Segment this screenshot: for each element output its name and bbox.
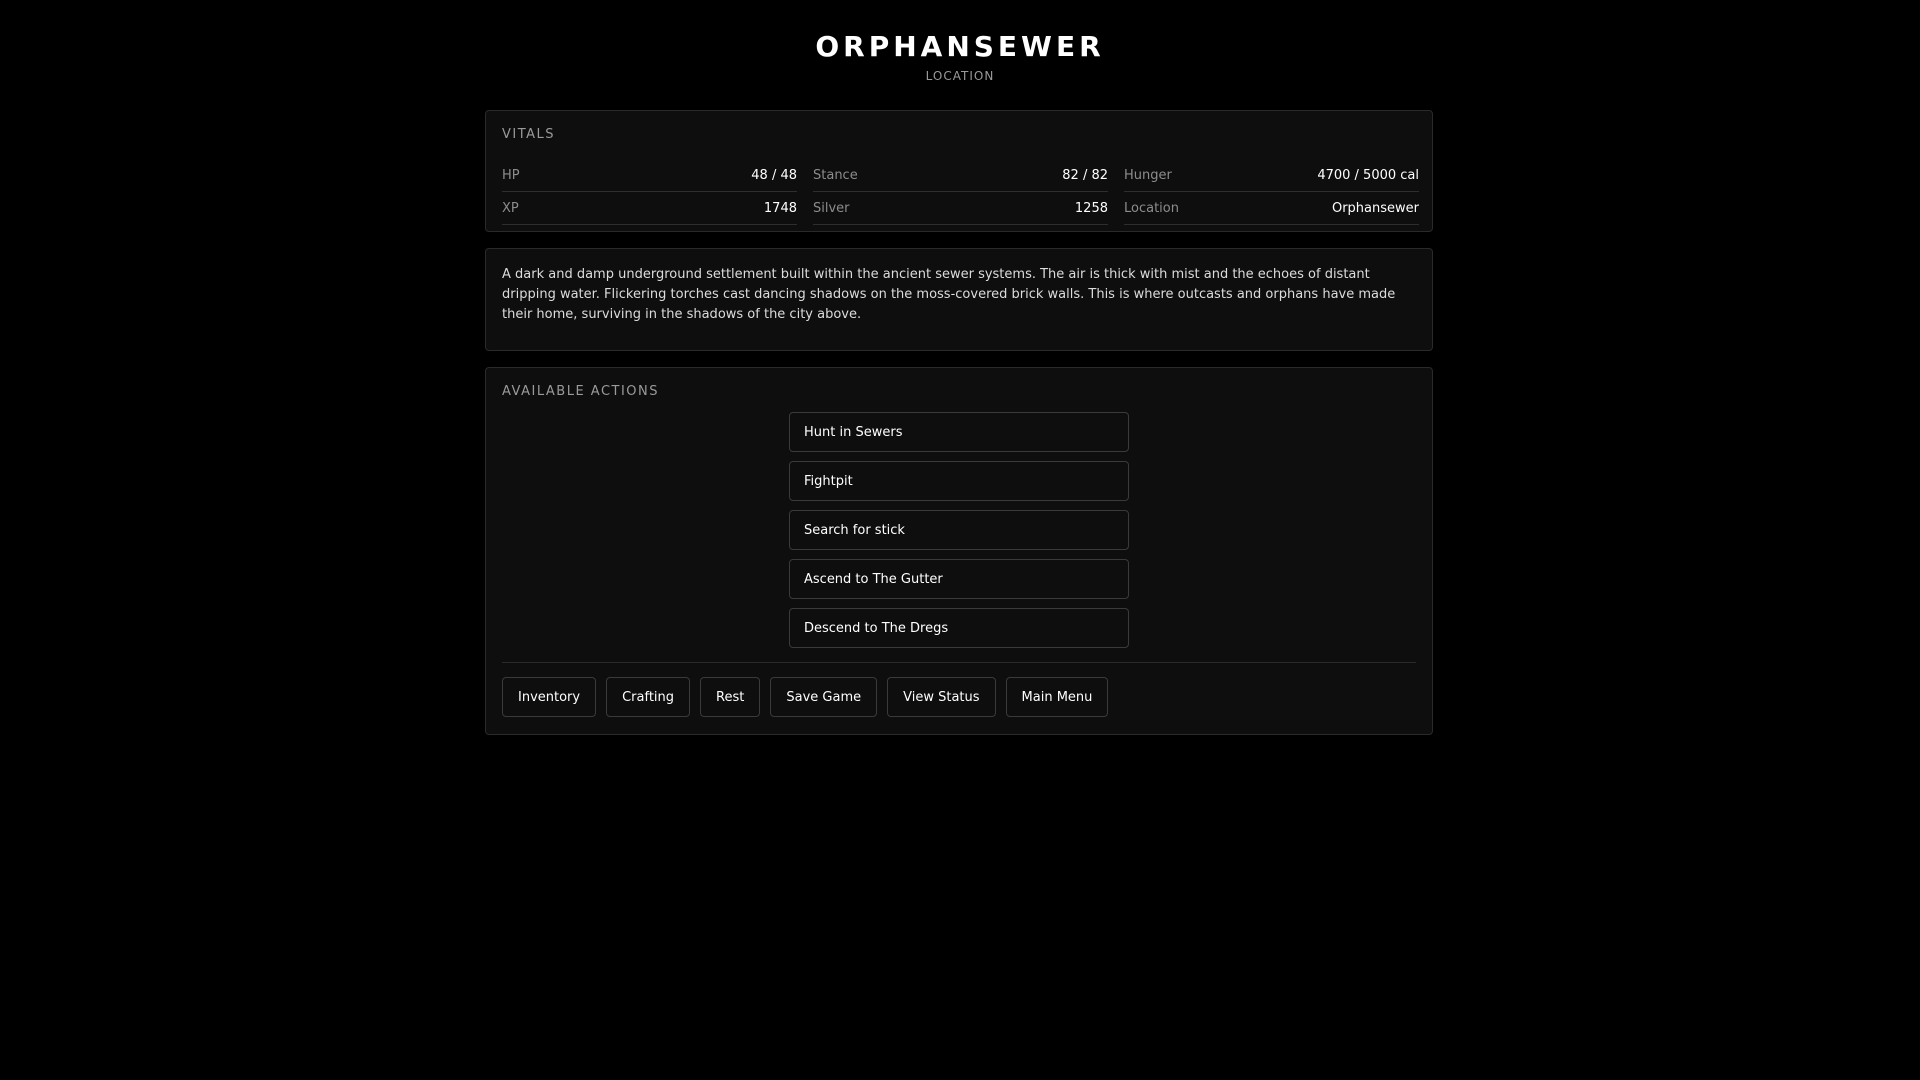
actions-label: AVAILABLE ACTIONS bbox=[502, 384, 660, 399]
stat-silver: Silver 1258 bbox=[813, 192, 1108, 225]
action-ascend-button[interactable]: Ascend to The Gutter bbox=[789, 559, 1129, 599]
vitals-label: VITALS bbox=[502, 127, 556, 142]
location-title: ORPHANSEWER bbox=[815, 30, 1105, 63]
stat-hp: HP 48 / 48 bbox=[502, 159, 797, 192]
action-descend-button[interactable]: Descend to The Dregs bbox=[789, 608, 1129, 648]
save-game-button[interactable]: Save Game bbox=[770, 677, 878, 717]
action-fightpit-button[interactable]: Fightpit bbox=[789, 461, 1129, 501]
game-screen: ORPHANSEWER LOCATION VITALS HP 48 / 48 S… bbox=[0, 0, 1920, 1080]
stat-label: Stance bbox=[813, 167, 858, 183]
stat-value: 1748 bbox=[763, 200, 797, 216]
stat-value: 48 / 48 bbox=[751, 167, 797, 183]
menu-bar: Inventory Crafting Rest Save Game View S… bbox=[502, 677, 1416, 717]
crafting-button[interactable]: Crafting bbox=[606, 677, 691, 717]
vitals-grid: HP 48 / 48 Stance 82 / 82 Hunger 4700 / … bbox=[502, 159, 1419, 225]
location-description: A dark and damp underground settlement b… bbox=[502, 267, 1396, 322]
stat-label: Silver bbox=[813, 200, 850, 216]
stat-value: 1258 bbox=[1074, 200, 1108, 216]
rest-button[interactable]: Rest bbox=[700, 677, 761, 717]
view-status-button[interactable]: View Status bbox=[887, 677, 996, 717]
location-header: ORPHANSEWER LOCATION bbox=[0, 30, 1920, 83]
vitals-panel: VITALS HP 48 / 48 Stance 82 / 82 Hunger … bbox=[485, 110, 1433, 232]
stat-label: Location bbox=[1124, 200, 1179, 216]
location-subtitle: LOCATION bbox=[925, 69, 995, 83]
main-menu-button[interactable]: Main Menu bbox=[1005, 677, 1109, 717]
description-panel: A dark and damp underground settlement b… bbox=[485, 248, 1433, 351]
stat-value: 82 / 82 bbox=[1062, 167, 1108, 183]
stat-stance: Stance 82 / 82 bbox=[813, 159, 1108, 192]
stat-label: Hunger bbox=[1124, 167, 1172, 183]
stat-location: Location Orphansewer bbox=[1124, 192, 1419, 225]
actions-divider bbox=[502, 662, 1416, 663]
stat-xp: XP 1748 bbox=[502, 192, 797, 225]
action-hunt-in-sewers-button[interactable]: Hunt in Sewers bbox=[789, 412, 1129, 452]
stat-label: HP bbox=[502, 167, 520, 183]
stat-value: Orphansewer bbox=[1331, 200, 1419, 216]
action-list: Hunt in Sewers Fightpit Search for stick… bbox=[502, 412, 1416, 648]
action-search-for-stick-button[interactable]: Search for stick bbox=[789, 510, 1129, 550]
actions-panel: AVAILABLE ACTIONS Hunt in Sewers Fightpi… bbox=[485, 367, 1433, 735]
stat-value: 4700 / 5000 cal bbox=[1317, 167, 1419, 183]
inventory-button[interactable]: Inventory bbox=[502, 677, 597, 717]
stat-label: XP bbox=[502, 200, 519, 216]
stat-hunger: Hunger 4700 / 5000 cal bbox=[1124, 159, 1419, 192]
